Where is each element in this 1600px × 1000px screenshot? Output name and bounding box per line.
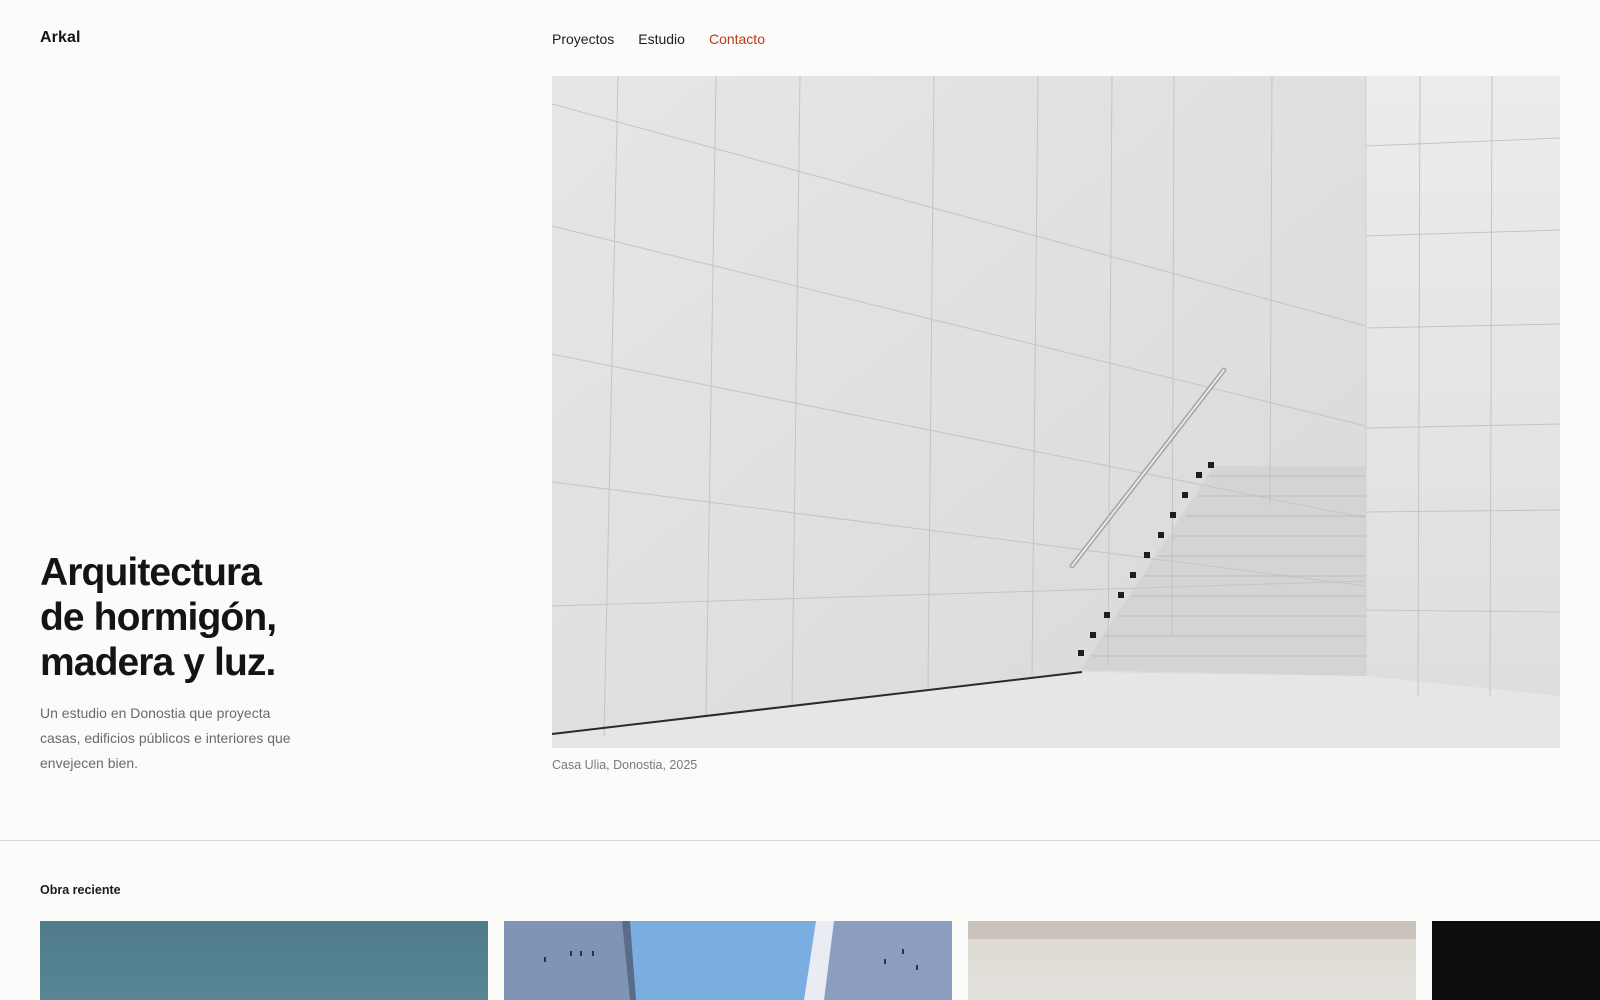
nav-item-estudio[interactable]: Estudio bbox=[638, 31, 685, 47]
page: Arkal Proyectos Estudio Contacto Arquite… bbox=[0, 0, 1600, 1000]
hero-title-line: madera y luz. bbox=[40, 641, 276, 684]
nav-item-proyectos[interactable]: Proyectos bbox=[552, 31, 614, 47]
recent-work-card[interactable] bbox=[504, 921, 952, 1000]
recent-work-image-towers bbox=[504, 921, 952, 1000]
main-nav: Proyectos Estudio Contacto bbox=[552, 31, 765, 47]
hero-text: Arquitectura de hormigón, madera y luz. … bbox=[40, 550, 360, 776]
recent-work-image-interior bbox=[968, 921, 1416, 1000]
hero-description-line: casas, edificios públicos e interiores q… bbox=[40, 730, 291, 746]
hero-photo-illustration bbox=[552, 76, 1560, 748]
hero-title-line: de hormigón, bbox=[40, 596, 277, 639]
recent-work-card[interactable] bbox=[1432, 921, 1600, 1000]
recent-work-image-dark bbox=[1432, 921, 1600, 1000]
section-divider bbox=[0, 840, 1600, 841]
hero-photo-concrete-stair bbox=[552, 76, 1560, 748]
recent-work-card[interactable] bbox=[968, 921, 1416, 1000]
recent-work-heading: Obra reciente bbox=[40, 883, 121, 897]
hero-description-line: Un estudio en Donostia que proyecta bbox=[40, 705, 271, 721]
hero-description-line: envejecen bien. bbox=[40, 755, 139, 771]
hero-photo-caption: Casa Ulia, Donostia, 2025 bbox=[552, 758, 698, 772]
hero-description: Un estudio en Donostia que proyecta casa… bbox=[40, 701, 360, 776]
brand-logo[interactable]: Arkal bbox=[40, 29, 81, 47]
hero-title: Arquitectura de hormigón, madera y luz. bbox=[40, 550, 360, 685]
recent-work-image-sky bbox=[40, 921, 488, 1000]
hero-title-line: Arquitectura bbox=[40, 551, 262, 594]
nav-item-contacto[interactable]: Contacto bbox=[709, 31, 765, 47]
recent-work-card[interactable] bbox=[40, 921, 488, 1000]
